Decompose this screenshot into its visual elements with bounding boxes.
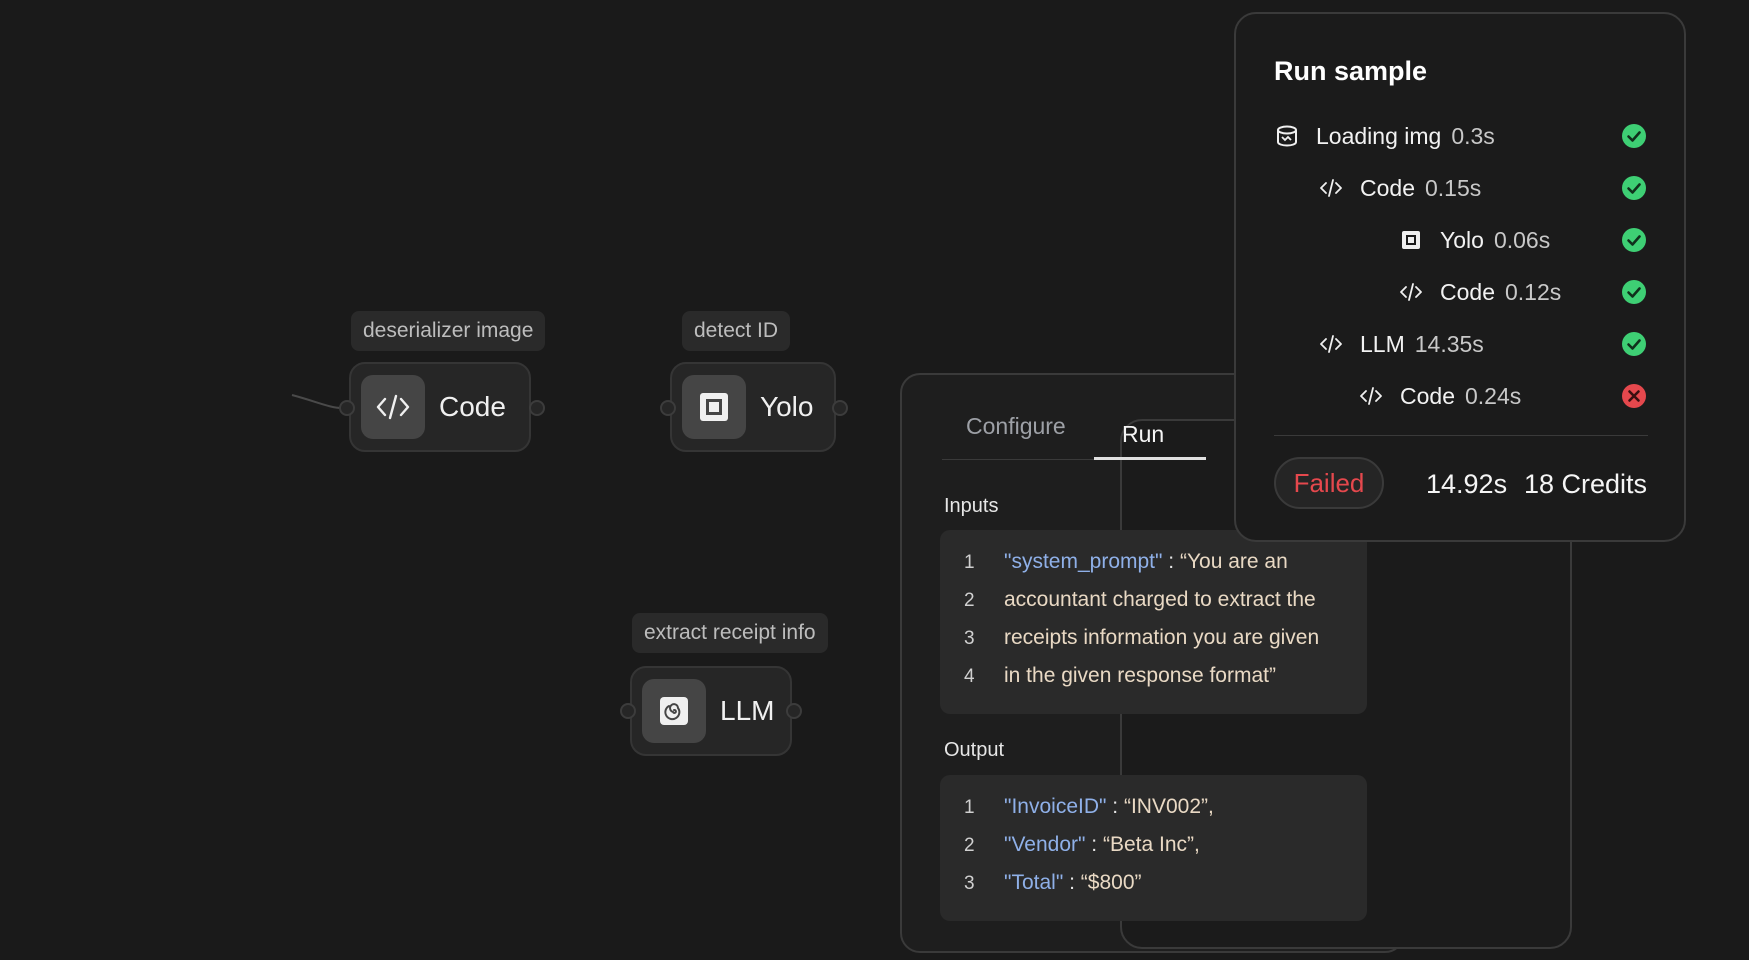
object-detect-icon: [682, 375, 746, 439]
run-step-code: Code 0.15s: [1318, 168, 1481, 208]
node-tag-detect-id: detect ID: [682, 311, 791, 351]
json-value: receipts information you are given: [1004, 626, 1320, 649]
line-number: 4: [964, 666, 975, 687]
json-value: “You are an: [1179, 550, 1288, 573]
output-code-block: 1 "InvoiceID" : “INV002”, 2 "Vendor" : “Be…: [940, 775, 1367, 921]
code-line: 3 "Total" : “$800”: [964, 871, 1142, 895]
json-separator: :: [1063, 871, 1081, 894]
run-step-yolo: Yolo 0.06s: [1398, 220, 1550, 260]
node-label: LLM: [720, 695, 775, 726]
node-tag-deserializer: deserializer image: [351, 311, 546, 351]
output-port[interactable]: [786, 703, 802, 719]
code-icon: [1358, 383, 1384, 409]
line-number: 2: [964, 590, 975, 611]
step-name: LLM: [1360, 330, 1405, 357]
code-node[interactable]: Code: [349, 362, 531, 452]
json-value: “Beta Inc”,: [1102, 833, 1200, 856]
step-name: Loading img: [1316, 122, 1442, 149]
json-separator: :: [1162, 550, 1180, 573]
run-sample-card: Run sample Loading img 0.3s Code 0.15s Y…: [1234, 12, 1686, 542]
step-time: 0.06s: [1493, 226, 1551, 253]
line-number: 3: [964, 873, 975, 894]
json-separator: :: [1085, 833, 1103, 856]
json-key: "InvoiceID": [1004, 795, 1107, 818]
line-number: 2: [964, 835, 975, 856]
code-icon: [1318, 175, 1344, 201]
llm-spiral-icon: [642, 679, 706, 743]
llm-node[interactable]: LLM: [630, 666, 792, 756]
json-key: "system_prompt": [1004, 550, 1163, 573]
output-port[interactable]: [832, 400, 848, 416]
step-time: 0.24s: [1464, 382, 1522, 409]
run-step-loading-img: Loading img 0.3s: [1274, 116, 1495, 156]
step-time: 14.35s: [1414, 330, 1484, 357]
json-separator: :: [1106, 795, 1124, 818]
object-detect-icon: [1398, 227, 1424, 253]
yolo-node[interactable]: Yolo: [670, 362, 836, 452]
input-port[interactable]: [620, 703, 636, 719]
status-badge-failed: Failed: [1274, 457, 1384, 509]
node-label: Yolo: [760, 391, 814, 422]
step-name: Code: [1400, 382, 1455, 409]
input-port[interactable]: [339, 400, 355, 416]
run-step-code: Code 0.24s: [1358, 376, 1521, 416]
active-tab-indicator: [1094, 457, 1206, 460]
step-name: Code: [1440, 278, 1495, 305]
step-time: 0.12s: [1504, 278, 1562, 305]
output-title: Output: [944, 739, 1005, 761]
success-check-icon: [1622, 124, 1646, 148]
step-name: Yolo: [1440, 226, 1484, 253]
node-tag-extract-receipt: extract receipt info: [632, 613, 828, 653]
line-number: 1: [964, 797, 975, 818]
input-port[interactable]: [660, 400, 676, 416]
json-key: "Total": [1004, 871, 1064, 894]
node-label: Code: [439, 391, 506, 422]
step-name: Code: [1360, 174, 1415, 201]
json-value: in the given response format”: [1004, 664, 1276, 687]
code-line: 1 "system_prompt" : “You are an: [964, 550, 1288, 574]
code-line: 2 "Vendor" : “Beta Inc”,: [964, 833, 1200, 857]
total-duration: 14.92s: [1426, 469, 1508, 499]
database-icon: [1274, 123, 1300, 149]
error-x-icon: [1622, 384, 1646, 408]
json-value: “$800”: [1080, 871, 1142, 894]
run-sample-title: Run sample: [1274, 56, 1428, 86]
step-time: 0.15s: [1424, 174, 1482, 201]
divider: [1274, 435, 1648, 436]
run-step-llm: LLM 14.35s: [1318, 324, 1484, 364]
run-step-code: Code 0.12s: [1398, 272, 1561, 312]
output-port[interactable]: [529, 400, 545, 416]
success-check-icon: [1622, 280, 1646, 304]
code-line: 2 accountant charged to extract the: [964, 588, 1316, 612]
json-value: “INV002”,: [1123, 795, 1214, 818]
code-icon: [1318, 331, 1344, 357]
code-line: 3 receipts information you are given: [964, 626, 1319, 650]
tab-configure[interactable]: Configure: [966, 413, 1066, 440]
code-line: 4 in the given response format”: [964, 664, 1276, 688]
code-icon: [361, 375, 425, 439]
code-icon: [1398, 279, 1424, 305]
success-check-icon: [1622, 228, 1646, 252]
success-check-icon: [1622, 332, 1646, 356]
credits-used: 18 Credits: [1524, 469, 1648, 499]
success-check-icon: [1622, 176, 1646, 200]
json-value: accountant charged to extract the: [1004, 588, 1316, 611]
inputs-title: Inputs: [944, 495, 999, 517]
inputs-code-block: 1 "system_prompt" : “You are an 2 accounta…: [940, 530, 1367, 714]
line-number: 3: [964, 628, 975, 649]
line-number: 1: [964, 552, 975, 573]
code-line: 1 "InvoiceID" : “INV002”,: [964, 795, 1214, 819]
json-key: "Vendor": [1004, 833, 1086, 856]
step-time: 0.3s: [1451, 122, 1495, 149]
